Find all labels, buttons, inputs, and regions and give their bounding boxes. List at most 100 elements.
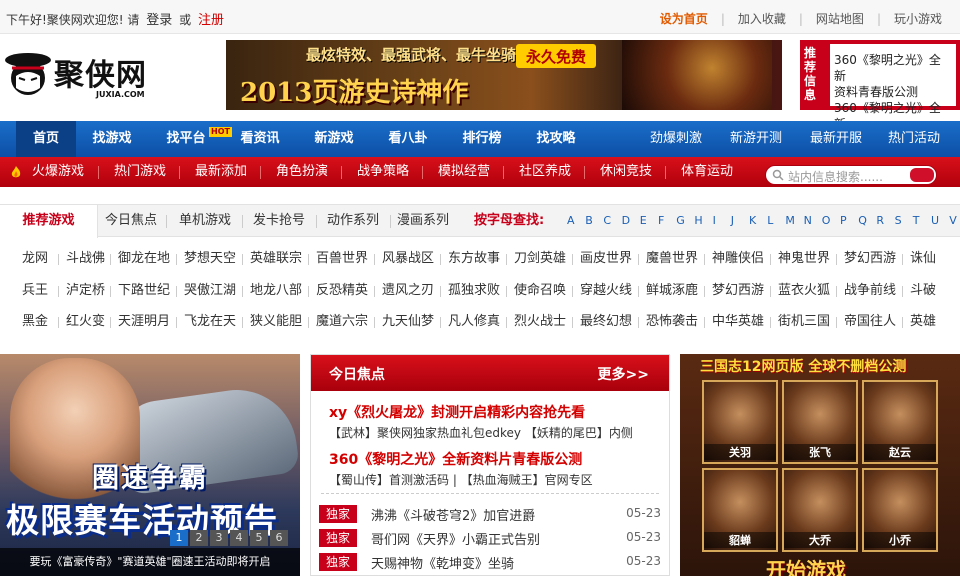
- tab-comics[interactable]: 漫画系列: [392, 205, 454, 237]
- tab-today-focus[interactable]: 今日焦点: [98, 205, 164, 237]
- pager-dot[interactable]: 5: [250, 530, 268, 546]
- game-link[interactable]: 龙网: [22, 246, 48, 272]
- letter-link[interactable]: R: [876, 205, 884, 237]
- cat-sports[interactable]: 体育运动: [681, 157, 733, 187]
- letter-link[interactable]: I: [713, 205, 716, 237]
- game-link[interactable]: 兵王: [22, 278, 48, 304]
- game-link[interactable]: 恐怖袭击: [646, 309, 698, 335]
- focus-subline[interactable]: 【武林】聚侠网独家热血礼包edkey 【妖精的尾巴】内侧: [329, 424, 633, 441]
- game-link[interactable]: 蓝衣火狐: [778, 278, 830, 304]
- letter-link[interactable]: G: [676, 205, 685, 237]
- game-link[interactable]: 烈火战士: [514, 309, 566, 335]
- game-link[interactable]: 斗战佛: [66, 246, 105, 272]
- focus-headline[interactable]: xy《烈火屠龙》封测开启精彩内容抢先看: [329, 402, 585, 422]
- letter-link[interactable]: H: [694, 205, 702, 237]
- game-link[interactable]: 魔兽世界: [646, 246, 698, 272]
- promo-caption[interactable]: 要玩《富豪传奇》"赛道英雄"圈速王活动即将开启: [0, 548, 300, 576]
- game-link[interactable]: 地龙八部: [250, 278, 302, 304]
- nav-new-games[interactable]: 新游戏: [304, 121, 364, 157]
- game-link[interactable]: 下路世纪: [118, 278, 170, 304]
- game-link[interactable]: 孤独求败: [448, 278, 500, 304]
- site-map-link[interactable]: 网站地图: [816, 10, 864, 27]
- game-link[interactable]: 神雕侠侣: [712, 246, 764, 272]
- game-link[interactable]: 御龙在地: [118, 246, 170, 272]
- start-game-button[interactable]: 开始游戏: [766, 554, 846, 576]
- sanguo-ad[interactable]: 三国志12网页版 全球不删档公测 关羽 张飞 赵云 貂蝉 大乔 小乔 开始游戏: [680, 354, 960, 576]
- game-link[interactable]: 梦幻西游: [844, 246, 896, 272]
- tab-action[interactable]: 动作系列: [320, 205, 386, 237]
- cat-community[interactable]: 社区养成: [519, 157, 571, 187]
- letter-link[interactable]: L: [767, 205, 773, 237]
- game-link[interactable]: 中华英雄: [712, 309, 764, 335]
- game-link[interactable]: 红火变: [66, 309, 105, 335]
- game-link[interactable]: 画皮世界: [580, 246, 632, 272]
- news-row[interactable]: 独家 天赐神物《乾坤变》坐骑 05-23: [319, 551, 661, 573]
- pager-dot[interactable]: 4: [230, 530, 248, 546]
- game-link[interactable]: 刀剑英雄: [514, 246, 566, 272]
- game-link[interactable]: 帝国往人: [844, 309, 896, 335]
- mini-games-link[interactable]: 玩小游戏: [894, 10, 942, 27]
- game-link[interactable]: 九天仙梦: [382, 309, 434, 335]
- game-link[interactable]: 反恐精英: [316, 278, 368, 304]
- game-link[interactable]: 最终幻想: [580, 309, 632, 335]
- letter-link[interactable]: U: [931, 205, 939, 237]
- game-link[interactable]: 梦想天空: [184, 246, 236, 272]
- site-logo[interactable]: 聚侠网 JUXIA.COM: [4, 44, 204, 106]
- letter-link[interactable]: N: [804, 205, 812, 237]
- search-input[interactable]: 站内信息搜索......: [788, 168, 883, 185]
- letter-link[interactable]: T: [913, 205, 920, 237]
- cat-latest[interactable]: 最新添加: [195, 157, 247, 187]
- cat-hot-games[interactable]: 火爆游戏: [32, 157, 84, 187]
- game-link[interactable]: 泸定桥: [66, 278, 105, 304]
- news-title[interactable]: 天赐神物《乾坤变》坐骑: [371, 553, 514, 572]
- letter-link[interactable]: J: [731, 205, 734, 237]
- letter-link[interactable]: K: [749, 205, 756, 237]
- cat-popular[interactable]: 热门游戏: [114, 157, 166, 187]
- tab-card-codes[interactable]: 发卡抢号: [246, 205, 312, 237]
- cat-simulation[interactable]: 模拟经营: [438, 157, 490, 187]
- game-link[interactable]: 神鬼世界: [778, 246, 830, 272]
- nav-hot-events[interactable]: 热门活动: [888, 121, 940, 157]
- game-link[interactable]: 飞龙在天: [184, 309, 236, 335]
- game-link[interactable]: 使命召唤: [514, 278, 566, 304]
- news-title[interactable]: 哥们网《天界》小霸正式告别: [371, 529, 540, 548]
- letter-link[interactable]: M: [785, 205, 795, 237]
- game-link[interactable]: 遗风之刃: [382, 278, 434, 304]
- game-link[interactable]: 凡人修真: [448, 309, 500, 335]
- game-link[interactable]: 鲜城涿鹿: [646, 278, 698, 304]
- game-link[interactable]: 英雄: [910, 309, 936, 335]
- recommend-item[interactable]: 360《黎明之光》全新: [834, 52, 952, 84]
- game-link[interactable]: 穿越火线: [580, 278, 632, 304]
- nav-guides[interactable]: 找攻略: [526, 121, 586, 157]
- letter-link[interactable]: O: [822, 205, 831, 237]
- game-link[interactable]: 哭傲江湖: [184, 278, 236, 304]
- tab-recommended[interactable]: 推荐游戏: [0, 205, 98, 238]
- pager-dot[interactable]: 3: [210, 530, 228, 546]
- letter-link[interactable]: F: [658, 205, 664, 237]
- game-link[interactable]: 斗破: [910, 278, 936, 304]
- more-link[interactable]: 更多>>: [598, 364, 649, 384]
- game-link[interactable]: 诛仙: [910, 246, 936, 272]
- game-link[interactable]: 风暴战区: [382, 246, 434, 272]
- nav-ranking[interactable]: 排行榜: [452, 121, 512, 157]
- letter-link[interactable]: E: [640, 205, 647, 237]
- nav-new-servers[interactable]: 最新开服: [810, 121, 862, 157]
- game-link[interactable]: 英雄联宗: [250, 246, 302, 272]
- search-button[interactable]: [910, 168, 934, 182]
- recommend-item[interactable]: 资料青春版公测: [834, 84, 918, 100]
- pager-dot[interactable]: 2: [190, 530, 208, 546]
- pager-dot[interactable]: 6: [270, 530, 288, 546]
- nav-home[interactable]: 首页: [16, 121, 76, 157]
- cat-rpg[interactable]: 角色扮演: [276, 157, 328, 187]
- focus-subline[interactable]: 【蜀山传】首测激活码 | 【热血海贼王】官网专区: [329, 471, 593, 488]
- game-link[interactable]: 梦幻西游: [712, 278, 764, 304]
- letter-link[interactable]: P: [840, 205, 847, 237]
- promo-carousel[interactable]: 圈速争霸 极限赛车活动预告 123456 要玩《富豪传奇》"赛道英雄"圈速王活动…: [0, 354, 300, 576]
- pager-dot[interactable]: 1: [170, 530, 188, 546]
- news-title[interactable]: 沸沸《斗破苍穹2》加官进爵: [371, 505, 535, 524]
- nav-find-games[interactable]: 找游戏: [82, 121, 142, 157]
- letter-link[interactable]: S: [895, 205, 902, 237]
- game-link[interactable]: 街机三国: [778, 309, 830, 335]
- tab-single-player[interactable]: 单机游戏: [170, 205, 240, 237]
- cat-strategy[interactable]: 战争策略: [357, 157, 409, 187]
